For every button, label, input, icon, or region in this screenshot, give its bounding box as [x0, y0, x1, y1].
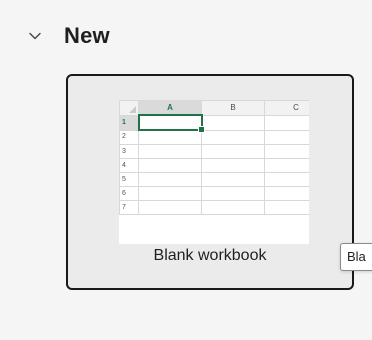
grid-cell: [264, 158, 309, 173]
column-header: A: [138, 100, 202, 116]
row-header: 4: [119, 158, 139, 173]
grid-cell: [201, 186, 265, 201]
grid-cell: [264, 200, 309, 215]
new-section-header[interactable]: New: [28, 18, 110, 54]
grid-cell: [264, 172, 309, 187]
workbook-thumbnail: A B C 1 2 3 4 5 6 7: [119, 100, 309, 244]
template-tooltip: Bla: [340, 243, 372, 271]
grid-cell: [138, 158, 202, 173]
select-all-corner: [119, 100, 139, 116]
blank-workbook-template[interactable]: A B C 1 2 3 4 5 6 7 Blank workbook: [66, 74, 354, 290]
row-header: 5: [119, 172, 139, 187]
grid-cell: [138, 186, 202, 201]
grid-cell: [138, 129, 202, 145]
grid-cell: [138, 144, 202, 159]
grid-cell: [201, 200, 265, 215]
column-header: C: [264, 100, 309, 116]
grid-cell: [201, 129, 265, 145]
column-header: B: [201, 100, 265, 116]
grid-cell: [201, 114, 265, 131]
row-header: 2: [119, 129, 139, 145]
grid-cell: [201, 172, 265, 187]
spreadsheet-grid-preview: A B C 1 2 3 4 5 6 7: [119, 100, 309, 215]
chevron-down-icon: [28, 29, 42, 43]
grid-cell: [264, 114, 309, 131]
template-label: Blank workbook: [153, 247, 267, 264]
row-header: 1: [119, 114, 139, 131]
grid-cell: [138, 172, 202, 187]
row-header: 6: [119, 186, 139, 201]
section-title: New: [64, 23, 110, 48]
grid-cell: [264, 144, 309, 159]
grid-cell: [138, 200, 202, 215]
grid-cell: [201, 144, 265, 159]
grid-cell: [264, 129, 309, 145]
row-header: 7: [119, 200, 139, 215]
active-cell: [137, 114, 206, 134]
grid-cell: [201, 158, 265, 173]
grid-cell: [264, 186, 309, 201]
row-header: 3: [119, 144, 139, 159]
